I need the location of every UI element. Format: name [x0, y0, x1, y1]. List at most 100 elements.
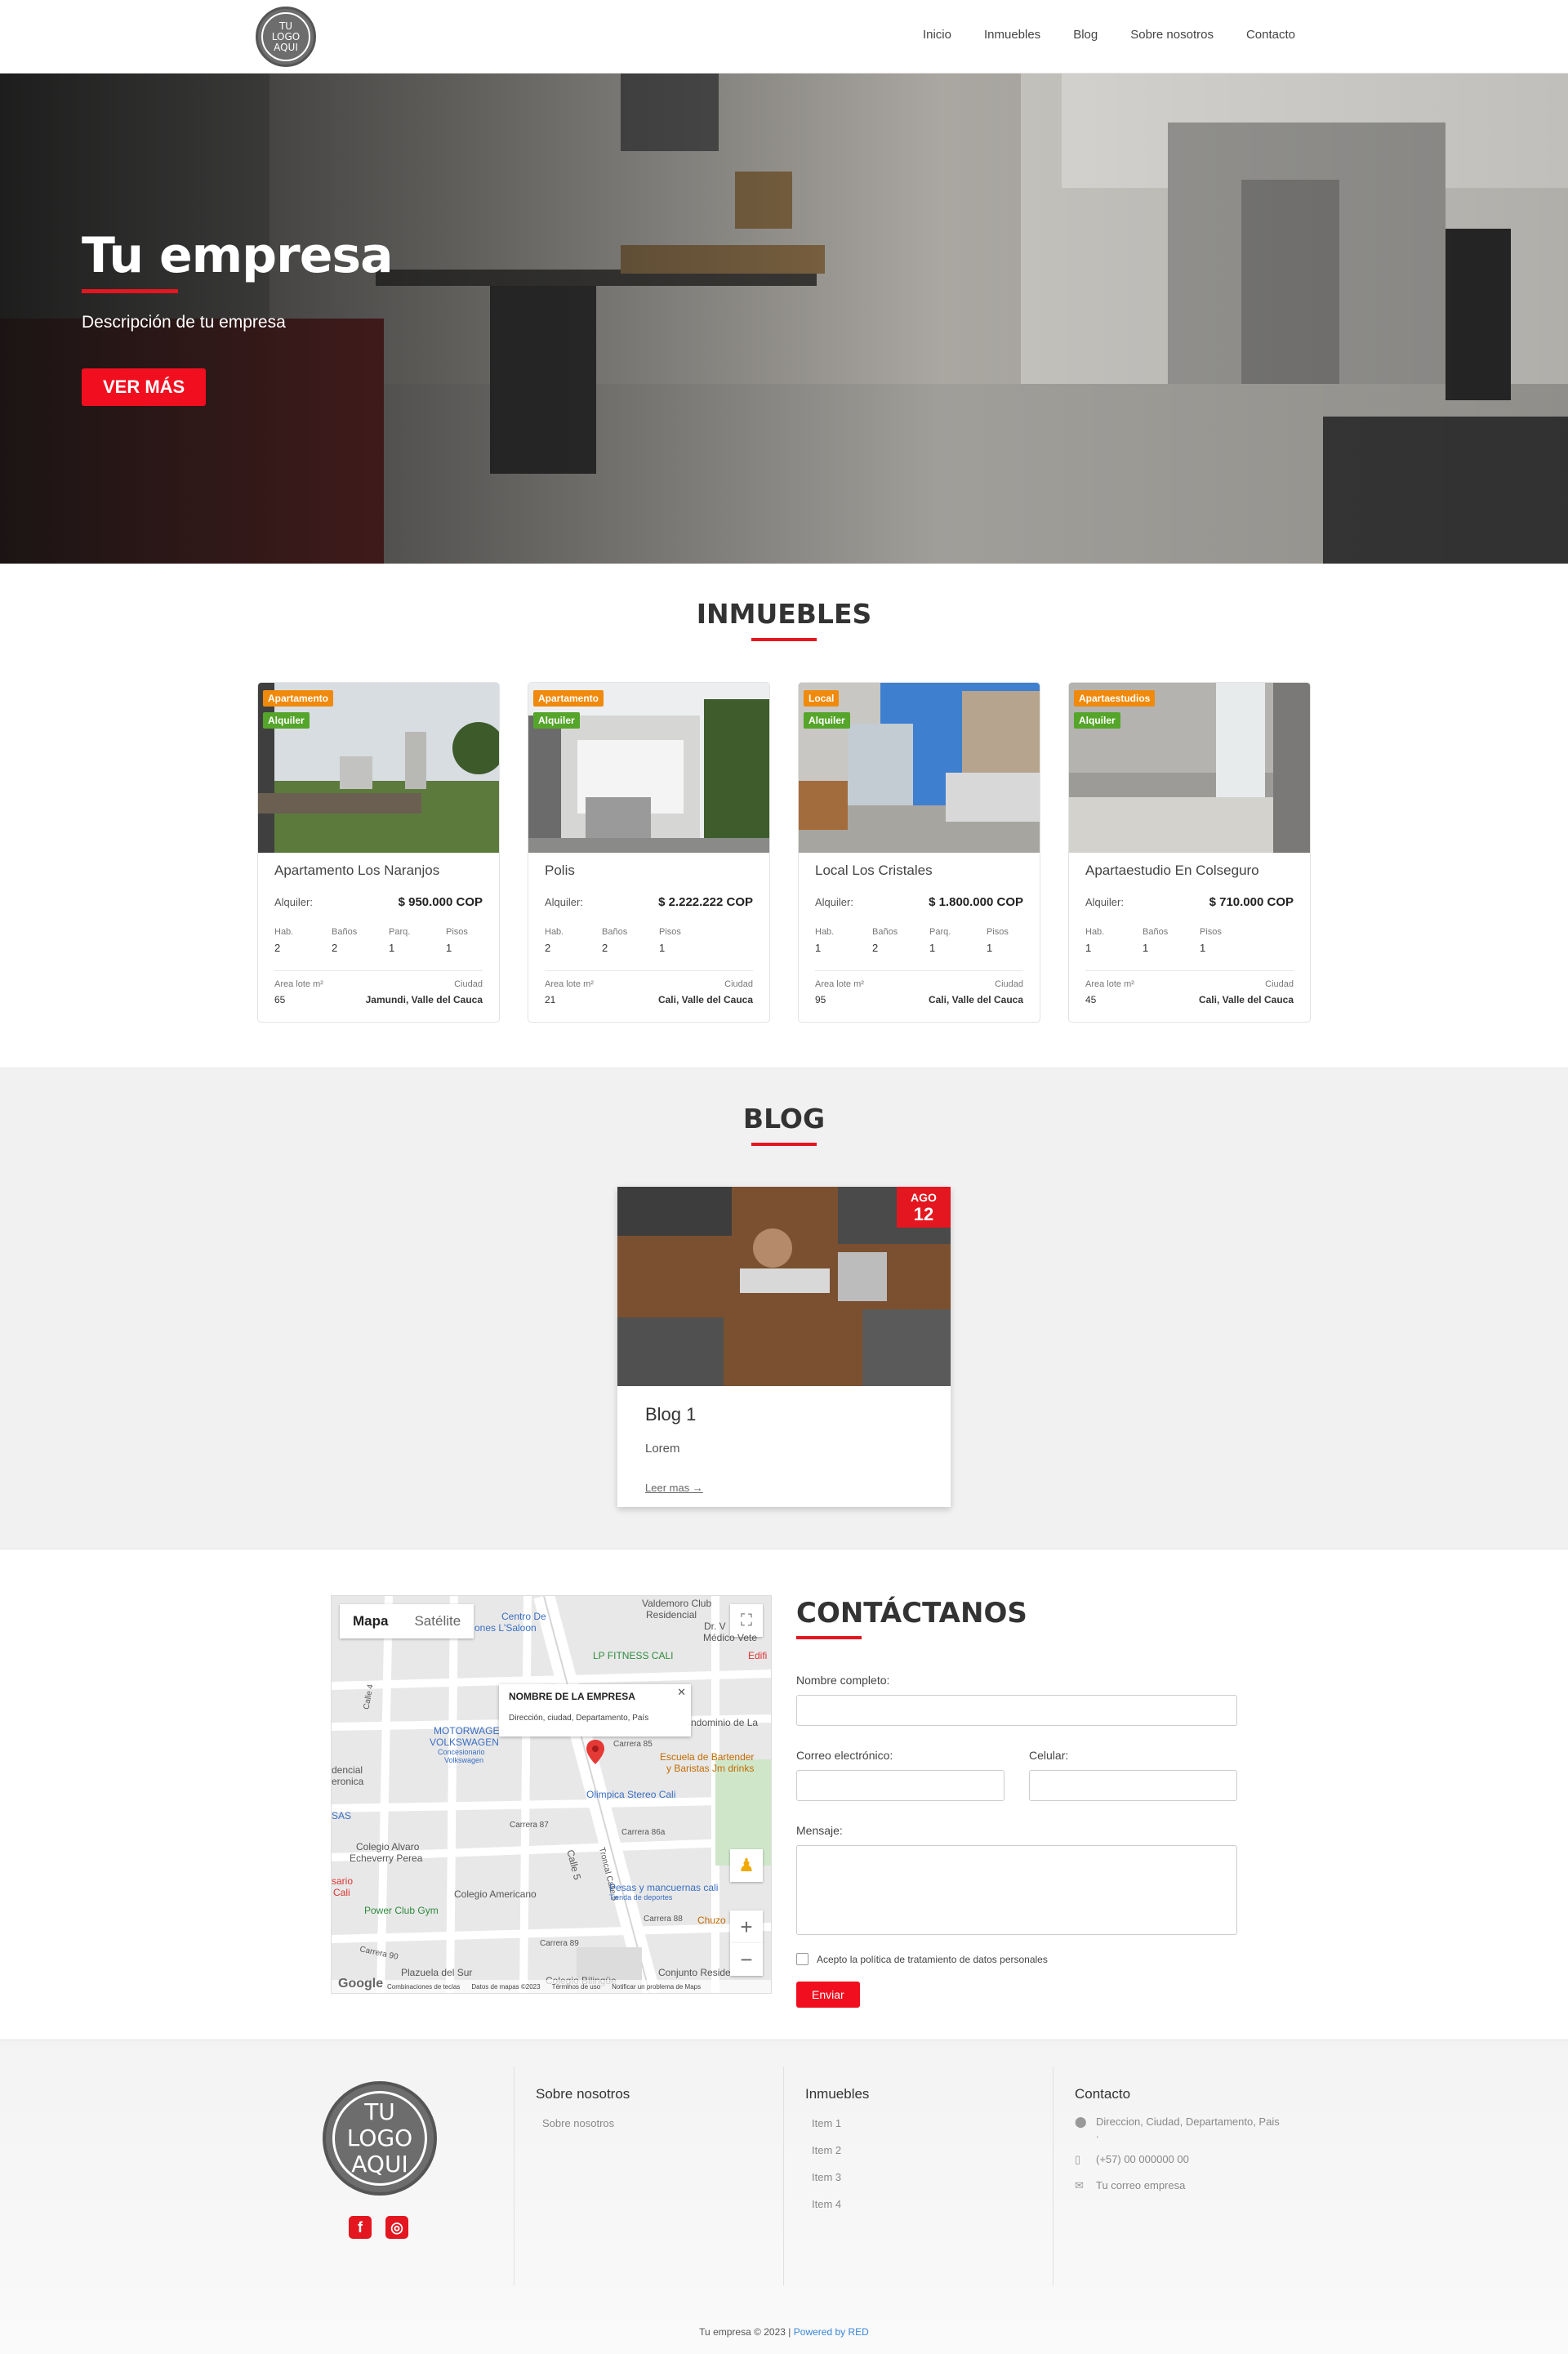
- pisos-value: 1: [659, 942, 666, 954]
- blog-post-title[interactable]: Blog 1: [645, 1404, 923, 1425]
- nav-item-contacto[interactable]: Contacto: [1246, 28, 1295, 42]
- blog-post-image[interactable]: AGO 12: [617, 1187, 951, 1386]
- footer-col-contact: Contacto ⬤ Direccion, Ciudad, Departamen…: [1053, 2066, 1298, 2285]
- map-label: Médico Vete: [703, 1632, 758, 1643]
- facebook-icon[interactable]: f: [349, 2216, 372, 2239]
- nav-item-blog[interactable]: Blog: [1073, 28, 1098, 42]
- footer-inmuebles-item-1[interactable]: Item 1: [805, 2117, 1053, 2129]
- area-value: 95: [815, 994, 826, 1005]
- google-map[interactable]: Mapa Satélite ⛶ Valdemoro Club Residenci…: [331, 1595, 772, 1994]
- parq-value: 1: [929, 942, 936, 954]
- property-photo[interactable]: Apartamento Alquiler: [528, 683, 769, 853]
- price-label: Alquiler:: [274, 896, 313, 908]
- read-more-link[interactable]: Leer mas →: [645, 1482, 923, 1494]
- map-marker-pin-icon[interactable]: [586, 1740, 604, 1764]
- banos-value: 2: [332, 942, 338, 954]
- banos-value: 2: [602, 942, 608, 954]
- property-title[interactable]: Apartamento Los Naranjos: [274, 863, 483, 879]
- location-pin-icon: ⬤: [1075, 2115, 1087, 2128]
- map-label: ndominio de La: [691, 1717, 759, 1728]
- pegman-icon[interactable]: ♟: [730, 1849, 763, 1882]
- map-label: LP FITNESS CALI: [593, 1650, 674, 1661]
- footer-logo-text-2: LOGO: [346, 2124, 413, 2151]
- email-input[interactable]: [796, 1770, 1004, 1801]
- map-attribution-report[interactable]: Notificar un problema de Maps: [612, 1983, 701, 1991]
- phone-input[interactable]: [1029, 1770, 1237, 1801]
- map-label: Tienda de deportes: [609, 1893, 673, 1901]
- footer-address: Direccion, Ciudad, Departamento, Pais: [1096, 2115, 1280, 2128]
- map-tab-mapa[interactable]: Mapa: [340, 1604, 401, 1638]
- property-title[interactable]: Polis: [545, 863, 753, 879]
- parq-label: Parq.: [929, 927, 951, 937]
- social-links: f ◎: [349, 2216, 408, 2239]
- hab-value: 2: [545, 942, 551, 954]
- pisos-value: 1: [1200, 942, 1206, 954]
- ver-mas-button[interactable]: VER MÁS: [82, 368, 207, 406]
- property-card[interactable]: Local Alquiler Local Los Cristales Alqui…: [798, 682, 1040, 1023]
- logo-text-3: AQUI: [274, 41, 298, 53]
- map-attribution-shortcuts[interactable]: Combinaciones de teclas: [387, 1983, 460, 1991]
- blog-post-month: AGO: [911, 1191, 937, 1204]
- map-attribution-terms[interactable]: Términos de uso: [552, 1983, 601, 1991]
- nav-item-inmuebles[interactable]: Inmuebles: [984, 28, 1040, 42]
- map-tiles[interactable]: [332, 1596, 772, 1994]
- footer-logo[interactable]: TU LOGO AQUI: [323, 2081, 437, 2196]
- footer-inmuebles-item-3[interactable]: Item 3: [805, 2171, 1053, 2183]
- nav-item-inicio[interactable]: Inicio: [923, 28, 951, 42]
- footer-about-link[interactable]: Sobre nosotros: [536, 2117, 783, 2129]
- property-title[interactable]: Local Los Cristales: [815, 863, 1023, 879]
- send-button[interactable]: Enviar: [796, 1982, 860, 2008]
- property-price: $ 710.000 COP: [1209, 895, 1294, 909]
- map-label: Volkswagen: [444, 1756, 484, 1764]
- zoom-out-icon[interactable]: −: [730, 1943, 763, 1976]
- map-popup-address: Dirección, ciudad, Departamento, País: [509, 1714, 649, 1723]
- property-photo[interactable]: Local Alquiler: [799, 683, 1040, 853]
- name-input[interactable]: [796, 1695, 1237, 1726]
- map-label: Cali: [333, 1887, 350, 1898]
- phone-label: Celular:: [1029, 1749, 1069, 1762]
- footer-inmuebles-item-4[interactable]: Item 4: [805, 2198, 1053, 2210]
- message-label: Mensaje:: [796, 1824, 843, 1837]
- instagram-icon[interactable]: ◎: [385, 2216, 408, 2239]
- pisos-label: Pisos: [1200, 927, 1222, 937]
- property-card[interactable]: Apartamento Alquiler Polis Alquiler: $ 2…: [528, 682, 770, 1023]
- powered-by-link[interactable]: Powered by RED: [794, 2326, 869, 2338]
- property-type-badge: Apartaestudios: [1074, 690, 1156, 707]
- city-value: Cali, Valle del Cauca: [657, 994, 753, 1005]
- footer-about-title: Sobre nosotros: [536, 2086, 630, 2102]
- map-label: Carrera 88: [644, 1915, 683, 1924]
- property-title[interactable]: Apartaestudio En Colseguro: [1085, 863, 1294, 879]
- map-label: Carrera 87: [510, 1821, 549, 1830]
- consent-label: Acepto la política de tratamiento de dat…: [817, 1953, 1048, 1965]
- header-logo[interactable]: TU LOGO AQUI: [256, 7, 316, 67]
- property-photo[interactable]: Apartaestudios Alquiler: [1069, 683, 1310, 853]
- area-label: Area lote m²: [274, 979, 323, 989]
- consent-checkbox[interactable]: [796, 1953, 808, 1965]
- message-textarea[interactable]: [796, 1845, 1237, 1935]
- map-label: ones L'Saloon: [474, 1622, 537, 1634]
- contact-title: CONTÁCTANOS: [796, 1597, 1027, 1630]
- nav-item-sobre-nosotros[interactable]: Sobre nosotros: [1130, 28, 1214, 42]
- map-label: Colegio Alvaro: [356, 1841, 420, 1852]
- property-card[interactable]: Apartamento Alquiler Apartamento Los Nar…: [257, 682, 500, 1023]
- city-label: Ciudad: [1265, 979, 1294, 989]
- footer-phone[interactable]: (+57) 00 000000 00: [1096, 2153, 1189, 2166]
- copyright-text: Tu empresa © 2023 |: [699, 2326, 791, 2338]
- map-label: dencial: [332, 1764, 363, 1776]
- inmuebles-title-underline: [751, 638, 817, 641]
- pisos-label: Pisos: [987, 927, 1009, 937]
- blog-post-card[interactable]: AGO 12 Blog 1 Lorem Leer mas →: [617, 1187, 951, 1507]
- parq-value: 1: [389, 942, 395, 954]
- blog-title-underline: [751, 1143, 817, 1146]
- footer-inmuebles-item-2[interactable]: Item 2: [805, 2144, 1053, 2156]
- footer-email[interactable]: Tu correo empresa: [1096, 2179, 1185, 2192]
- close-icon[interactable]: ✕: [677, 1686, 686, 1699]
- property-photo[interactable]: Apartamento Alquiler: [258, 683, 499, 853]
- map-label: Edifi: [748, 1650, 768, 1661]
- hab-label: Hab.: [815, 927, 835, 937]
- footer-logo-text-3: AQUI: [351, 2151, 408, 2178]
- zoom-in-icon[interactable]: +: [730, 1910, 763, 1943]
- hero-subtitle: Descripción de tu empresa: [82, 313, 286, 332]
- property-card[interactable]: Apartaestudios Alquiler Apartaestudio En…: [1068, 682, 1311, 1023]
- map-tab-satelite[interactable]: Satélite: [401, 1604, 474, 1638]
